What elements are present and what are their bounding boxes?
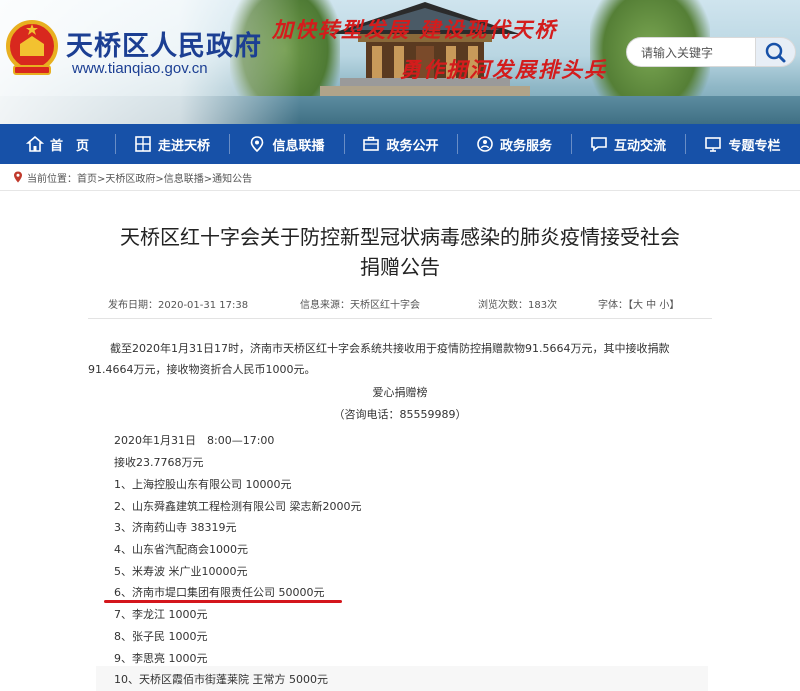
donor-item: 7、李龙江 1000元 [114,608,208,621]
donor-item: 1、上海控股山东有限公司 10000元 [114,478,292,491]
search-box [626,37,756,67]
nav-item-label: 信息联播 [272,138,325,154]
publish-date: 发布日期：2020-01-31 17:38 [108,300,249,311]
donor-item: 10、天桥区霞佰市街蓬莱院 王常方 5000元 [114,673,328,686]
divider [88,318,712,319]
donor-item: 5、米寿波 米广业10000元 [114,565,248,578]
breadcrumb-text[interactable]: 当前位置：首页>天桥区政府>信息联播>通知公告 [27,170,252,185]
highlight-underline [104,600,342,603]
hotline: （咨询电话：85559989） [333,408,467,421]
nav-item-gov-affairs[interactable]: 政务公开 [344,124,457,164]
nav-item-interaction[interactable]: 互动交流 [571,124,685,164]
nav-item-label: 政务服务 [499,138,552,154]
briefcase-icon [363,136,380,151]
breadcrumb: 当前位置：首页>天桥区政府>信息联播>通知公告 [13,170,252,185]
site-name[interactable]: 天桥区人民政府 [66,24,262,63]
donor-item: 4、山东省汽配商会1000元 [114,543,248,556]
nav-item-home[interactable]: 首 页 [0,124,115,164]
donor-item: 3、济南药山寺 38319元 [114,521,237,534]
donor-item: 9、李思亮 1000元 [114,652,208,665]
person-service-icon [477,136,493,152]
monitor-icon [705,137,722,152]
location-icon [251,136,264,153]
article-title: 天桥区红十字会关于防控新型冠状病毒感染的肺炎疫情接受社会 捐赠公告 [80,222,720,282]
nav-item-label: 首 页 [49,138,89,154]
home-icon [25,135,44,152]
nav-item-label: 专题专栏 [728,138,781,154]
slogan-line-2: 勇作拥河发展排头兵 [400,57,607,82]
grid-icon [135,136,151,152]
nav-item-label: 走进天桥 [157,138,210,154]
board-title: 爱心捐赠榜 [372,386,428,399]
donor-item: 2、山东舜鑫建筑工程检测有限公司 梁志新2000元 [114,500,362,513]
search-button[interactable] [756,37,796,67]
nav-item-news[interactable]: 信息联播 [229,124,344,164]
article-title-line-2: 捐赠公告 [360,255,440,279]
nav-item-label: 互动交流 [613,138,666,154]
site-url[interactable]: www.tianqiao.gov.cn [72,60,208,77]
slogan-line-1: 加快转型发展 建设现代天桥 [272,17,558,42]
search-input[interactable] [641,44,751,62]
nav-item-about-tianqiao[interactable]: 走进天桥 [115,124,229,164]
view-count: 浏览次数：183次 [478,300,558,311]
nav-item-special-topics[interactable]: 专题专栏 [685,124,800,164]
info-source: 信息来源：天桥区红十字会 [300,300,420,311]
date-line: 2020年1月31日 8:00—17:00 [114,434,275,447]
donor-item-highlighted: 6、济南市堤口集团有限责任公司 50000元 [114,586,325,599]
main-nav: 首 页 走进天桥 信息联播 政务公开 政务服务 互动交流 专题专栏 [0,124,800,164]
intro-paragraph: 截至2020年1月31日17时，济南市天桥区红十字会系统共接收用于疫情防控捐赠款… [88,342,670,376]
donor-item: 8、张子民 1000元 [114,630,208,643]
search-icon [765,42,786,63]
font-size-selector[interactable]: 字体：【大 中 小】 [598,296,679,311]
divider [0,190,800,191]
chat-icon [591,137,607,152]
article-title-line-1: 天桥区红十字会关于防控新型冠状病毒感染的肺炎疫情接受社会 [120,225,680,249]
nav-item-label: 政务公开 [386,138,439,154]
nav-item-gov-services[interactable]: 政务服务 [457,124,571,164]
national-emblem-icon [6,20,58,75]
location-pin-icon [14,171,22,183]
received-total: 接收23.7768万元 [114,456,204,469]
